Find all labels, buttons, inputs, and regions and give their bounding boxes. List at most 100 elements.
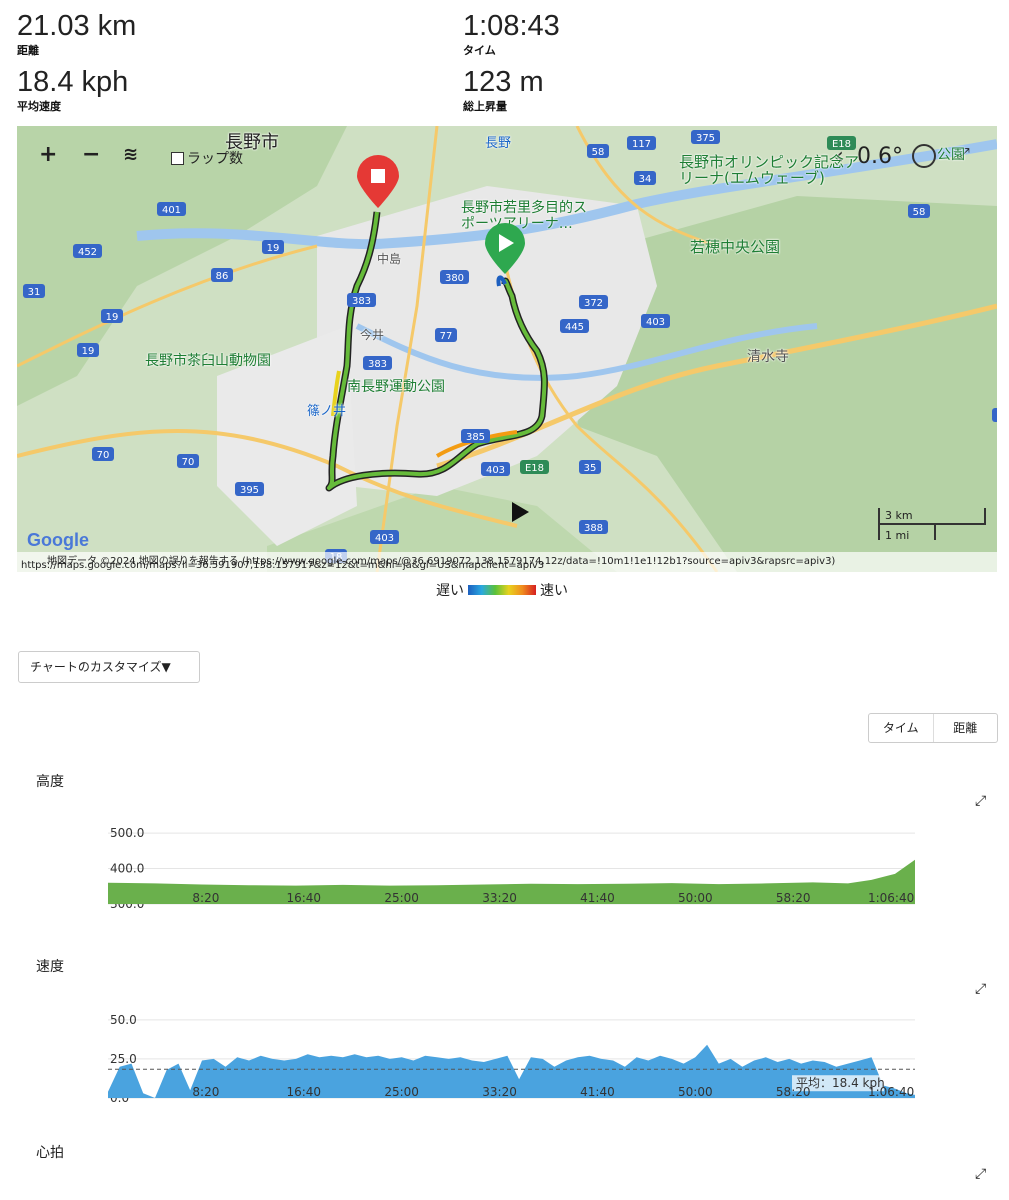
x-tick-label: 41:40 xyxy=(580,891,615,905)
heart-rate-expand-icon[interactable]: ⤢ xyxy=(975,1166,986,1182)
road-badge: 403 xyxy=(481,462,510,476)
road-badge: 383 xyxy=(363,356,392,370)
road-number: 375 xyxy=(696,133,715,144)
route-map[interactable]: + − ≋ ラップ数 ‹ 0.6° ⤢ 長野市 長野 長野市オリンピック記念アリ… xyxy=(17,126,997,572)
road-badge: 395 xyxy=(235,482,264,496)
road-number: 403 xyxy=(375,533,394,544)
legend-slow: 遅い xyxy=(436,583,464,599)
road-number: 385 xyxy=(466,432,485,443)
distance-stat: 21.03 km 距離 xyxy=(17,11,136,58)
x-tick-label: 33:20 xyxy=(482,1085,517,1099)
road-number: 34 xyxy=(639,174,652,185)
customize-chart-button[interactable]: チャートのカスタマイズ▼ xyxy=(18,651,200,683)
road-number: 395 xyxy=(240,485,259,496)
road-number: 58 xyxy=(913,207,926,218)
x-tick-label: 16:40 xyxy=(286,891,321,905)
scale-mi: 1 mi xyxy=(885,529,910,542)
speed-expand-icon[interactable]: ⤢ xyxy=(975,981,986,997)
legend-fast: 速い xyxy=(540,583,568,599)
road-badges: 401 452 19 86 19 19 70 70 395 383 383 380 77 372 445 40… xyxy=(23,130,997,563)
road-badge: 35 xyxy=(579,460,601,474)
time-label: タイム xyxy=(463,44,496,57)
distance-label: 距離 xyxy=(17,44,39,57)
elevation-gain-stat: 123 m 総上昇量 xyxy=(463,67,544,114)
road-badge: 31 xyxy=(23,284,45,298)
road-number: 452 xyxy=(78,247,97,258)
x-tick-label: 8:20 xyxy=(192,1085,219,1099)
play-icon[interactable] xyxy=(512,502,529,522)
road-badge: 86 xyxy=(211,268,233,282)
toggle-time[interactable]: タイム xyxy=(869,714,934,742)
road-badge: 117 xyxy=(627,136,656,150)
road-number: 70 xyxy=(182,457,195,468)
time-stat: 1:08:43 タイム xyxy=(463,11,560,58)
road-number: 19 xyxy=(82,346,95,357)
x-tick-label: 1:06:40 xyxy=(868,1085,914,1099)
road-badge: E18 xyxy=(827,136,856,150)
road-badge: E18 xyxy=(520,460,549,474)
road-badge: 403 xyxy=(641,314,670,328)
road-badge: 372 xyxy=(579,295,608,309)
x-tick-label: 50:00 xyxy=(678,1085,713,1099)
toggle-distance[interactable]: 距離 xyxy=(934,714,998,742)
x-tick-label: 33:20 xyxy=(482,891,517,905)
elevation-gain-value: 123 m xyxy=(463,66,544,98)
speed-title: 速度 xyxy=(36,959,64,975)
x-tick-label: 58:20 xyxy=(776,891,811,905)
road-number: 383 xyxy=(352,296,371,307)
scale-km: 3 km xyxy=(885,509,913,522)
road-number: 58 xyxy=(592,147,605,158)
road-badge: 70 xyxy=(177,454,199,468)
x-tick-label: 8:20 xyxy=(192,891,219,905)
y-tick-label: 400.0 xyxy=(110,862,144,876)
distance-value: 21.03 km xyxy=(17,10,137,42)
end-marker[interactable] xyxy=(357,155,399,208)
speed-legend: 遅い 速い xyxy=(436,580,568,600)
x-tick-label: 41:40 xyxy=(580,1085,615,1099)
road-badge: 70 xyxy=(92,447,114,461)
road-badge: 380 xyxy=(440,270,469,284)
road-number: 77 xyxy=(440,331,453,342)
x-tick-label: 1:06:40 xyxy=(868,891,914,905)
elevation-expand-icon[interactable]: ⤢ xyxy=(975,793,986,809)
road-badge: 385 xyxy=(461,429,490,443)
road-number: 31 xyxy=(28,287,41,298)
road-number: 35 xyxy=(584,463,597,474)
time-value: 1:08:43 xyxy=(463,10,560,42)
road-number: 445 xyxy=(565,322,584,333)
road-badge: 58 xyxy=(908,204,930,218)
x-axis-toggle: タイム 距離 xyxy=(868,713,998,743)
road-number: 388 xyxy=(584,523,603,534)
road-number: 403 xyxy=(646,317,665,328)
road-badge: 19 xyxy=(77,343,99,357)
google-logo: Google xyxy=(27,530,89,550)
road-number: 380 xyxy=(445,273,464,284)
road-number: E18 xyxy=(525,463,544,474)
road-number: 372 xyxy=(584,298,603,309)
road-number: 19 xyxy=(267,243,280,254)
x-tick-label: 25:00 xyxy=(384,1085,419,1099)
elevation-title: 高度 xyxy=(36,774,64,790)
map-markers: 401 452 19 86 19 19 70 70 395 383 383 380 77 372 445 40… xyxy=(23,130,997,563)
elevation-chart: 500.0400.0300.08:2016:4025:0033:2041:405… xyxy=(108,826,915,911)
road-number: 401 xyxy=(162,205,181,216)
road-badge: 19 xyxy=(262,240,284,254)
road-badge: 445 xyxy=(560,319,589,333)
road-number: 117 xyxy=(632,139,651,150)
x-tick-label: 16:40 xyxy=(286,1085,321,1099)
map-url[interactable]: https://maps.google.com/maps?ll=36.59190… xyxy=(21,560,544,571)
road-badge: 401 xyxy=(157,202,186,216)
y-tick-label: 25.0 xyxy=(110,1052,137,1066)
avg-speed-label: 平均速度 xyxy=(17,100,61,113)
road-number: E18 xyxy=(832,139,851,150)
road-badge: 375 xyxy=(691,130,720,144)
elevation-gain-label: 総上昇量 xyxy=(463,100,507,113)
road-badge: 34 xyxy=(634,171,656,185)
road-badge: 388 xyxy=(579,520,608,534)
road-number: 403 xyxy=(486,465,505,476)
start-marker[interactable] xyxy=(485,223,525,274)
road-badge: 403 xyxy=(370,530,399,544)
road-badge: 452 xyxy=(73,244,102,258)
road-number: 19 xyxy=(106,312,119,323)
road-badge: 77 xyxy=(435,328,457,342)
